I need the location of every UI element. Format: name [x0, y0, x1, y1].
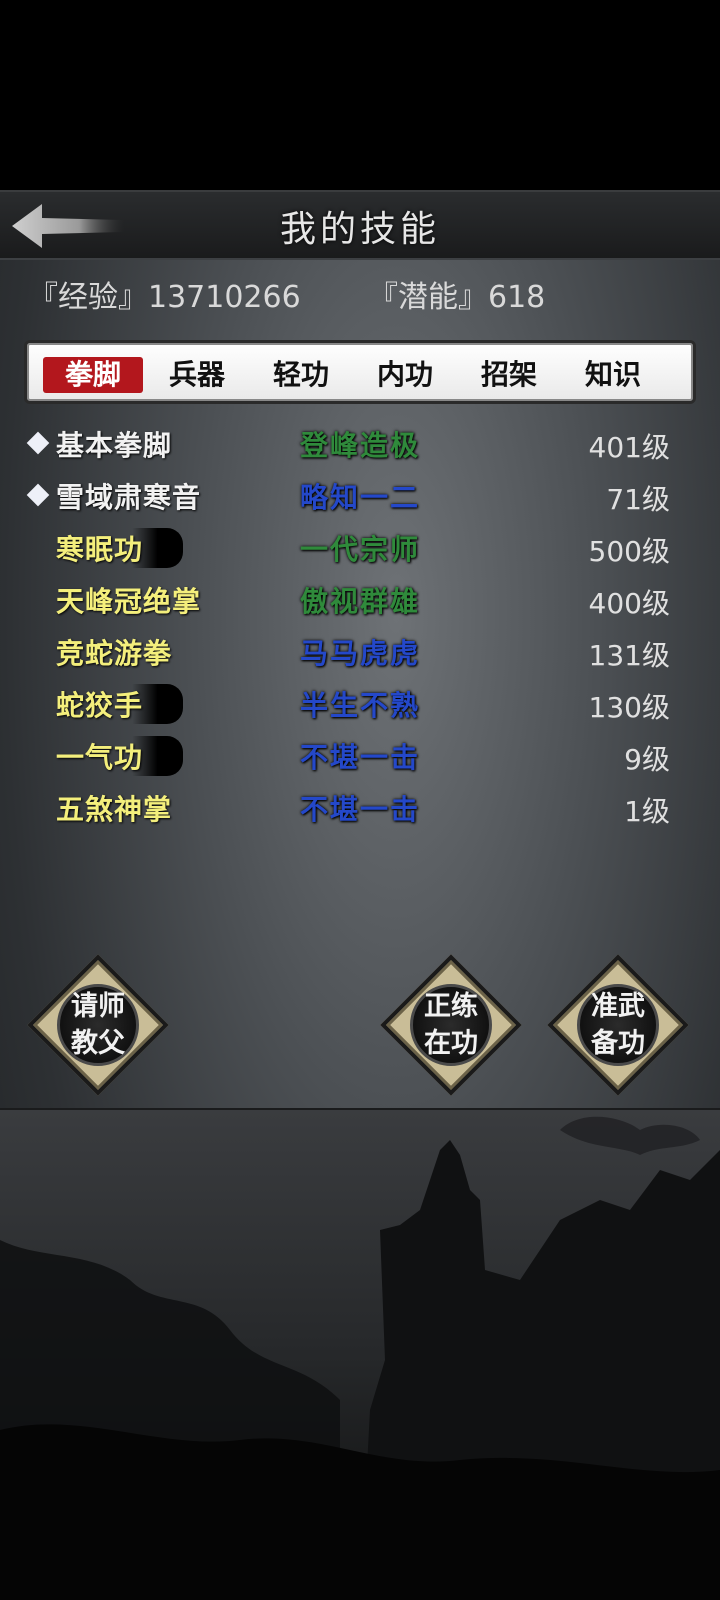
skill-grade: 131级 — [588, 639, 670, 672]
tab-quanjiao[interactable]: 拳脚 — [43, 357, 143, 393]
tab-zhaojia[interactable]: 招架 — [461, 357, 557, 393]
skill-grade: 401级 — [588, 431, 670, 464]
diamond-icon — [26, 431, 50, 455]
skill-name: 基本拳脚 — [56, 429, 173, 462]
prepare-skill-button[interactable]: 准武 备功 — [547, 954, 689, 1096]
skill-grade: 500级 — [588, 535, 670, 568]
skill-row[interactable]: 基本拳脚 登峰造极 401级 — [0, 418, 720, 470]
skill-level-text: 略知一二 — [300, 481, 421, 514]
skill-name: 寒眠功 — [56, 528, 184, 568]
skill-level-text: 登峰造极 — [300, 429, 421, 462]
tab-zhishi[interactable]: 知识 — [565, 357, 661, 393]
skill-row[interactable]: 竞蛇游拳 马马虎虎 131级 — [0, 626, 720, 678]
skill-name: 竞蛇游拳 — [56, 637, 173, 670]
skill-row[interactable]: 一气功 不堪一击 9级 — [0, 730, 720, 782]
skill-row[interactable]: 蛇狡手 半生不熟 130级 — [0, 678, 720, 730]
ink-landscape-illustration — [0, 1110, 720, 1600]
skill-grade: 130级 — [588, 691, 670, 724]
skill-grade: 1级 — [624, 795, 670, 828]
experience-stat: 『经验』13710266 — [28, 280, 301, 315]
page-title: 我的技能 — [279, 209, 440, 250]
skill-name: 雪域肃寒音 — [56, 481, 202, 514]
skill-grade: 9级 — [624, 743, 670, 776]
action-label: 正练 在功 — [424, 991, 478, 1059]
action-label: 准武 备功 — [591, 991, 645, 1059]
skill-row[interactable]: 寒眠功 一代宗师 500级 — [0, 522, 720, 574]
status-bar-area — [0, 0, 720, 190]
skill-name: 天峰冠绝掌 — [56, 585, 202, 618]
skill-level-text: 傲视群雄 — [300, 585, 421, 618]
skill-grade: 71级 — [606, 483, 670, 516]
request-master-button[interactable]: 请师 教父 — [27, 954, 169, 1096]
diamond-icon — [26, 483, 50, 507]
skill-grade: 400级 — [588, 587, 670, 620]
skill-level-text: 一代宗师 — [300, 533, 421, 566]
skill-row[interactable]: 天峰冠绝掌 傲视群雄 400级 — [0, 574, 720, 626]
skill-level-text: 马马虎虎 — [300, 637, 421, 670]
skill-name: 一气功 — [56, 736, 184, 776]
skill-row[interactable]: 雪域肃寒音 略知一二 71级 — [0, 470, 720, 522]
skill-category-tabs: 拳脚 兵器 轻功 内功 招架 知识 — [24, 340, 696, 404]
skill-level-text: 不堪一击 — [300, 793, 421, 826]
tab-bingqi[interactable]: 兵器 — [149, 357, 245, 393]
practice-button[interactable]: 正练 在功 — [380, 954, 522, 1096]
potential-stat: 『潜能』618 — [368, 280, 546, 315]
skill-name: 蛇狡手 — [56, 684, 184, 724]
action-label: 请师 教父 — [71, 991, 125, 1059]
skill-name: 五煞神掌 — [56, 793, 173, 826]
tab-neigong[interactable]: 内功 — [357, 357, 453, 393]
skill-row[interactable]: 五煞神掌 不堪一击 1级 — [0, 782, 720, 834]
skill-level-text: 不堪一击 — [300, 741, 421, 774]
skill-level-text: 半生不熟 — [300, 689, 421, 722]
tab-qinggong[interactable]: 轻功 — [253, 357, 349, 393]
